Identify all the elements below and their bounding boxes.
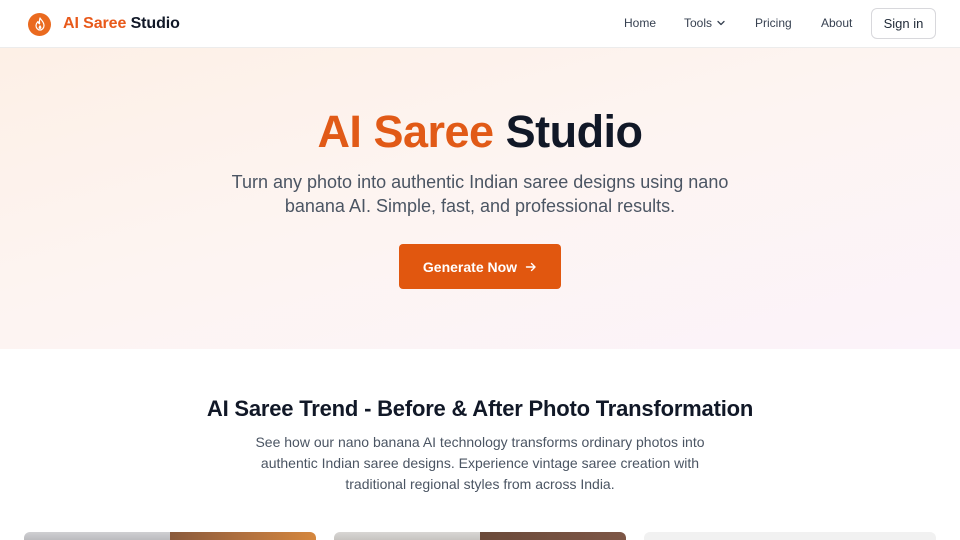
hero-title-rest: Studio <box>505 106 643 157</box>
flame-icon <box>28 12 51 36</box>
brand-name: AI Saree Studio <box>63 15 180 33</box>
example-card[interactable] <box>644 532 936 540</box>
hero-subtitle: Turn any photo into authentic Indian sar… <box>231 172 729 216</box>
nav-link-home[interactable]: Home <box>624 16 656 30</box>
generate-now-button[interactable]: Generate Now <box>399 244 561 289</box>
after-photo <box>480 532 626 540</box>
nav-link-tools-label: Tools <box>684 16 713 30</box>
hero-section: AI Saree Studio Turn any photo into auth… <box>0 48 960 349</box>
nav-link-pricing[interactable]: Pricing <box>755 16 792 30</box>
after-photo <box>170 532 316 540</box>
brand-name-accent: AI Saree <box>63 15 127 32</box>
hero-title-accent: AI Saree <box>317 106 494 157</box>
nav-link-tools[interactable]: Tools <box>684 16 726 30</box>
generate-now-label: Generate Now <box>422 258 518 275</box>
hero-title: AI Saree Studio <box>0 104 960 160</box>
section-title: AI Saree Trend - Before & After Photo Tr… <box>206 396 754 421</box>
example-card[interactable] <box>334 532 626 540</box>
arrow-right-icon <box>525 262 536 271</box>
before-photo <box>24 532 170 540</box>
section-description: See how our nano banana AI technology tr… <box>255 434 705 492</box>
brand[interactable]: AI Saree Studio <box>28 12 180 36</box>
sign-in-button[interactable]: Sign in <box>871 8 936 39</box>
navbar: AI Saree Studio Home Tools Pricing About… <box>0 0 960 48</box>
before-photo <box>334 532 480 540</box>
chevron-down-icon <box>717 20 725 26</box>
brand-name-rest: Studio <box>130 15 180 32</box>
nav-link-about[interactable]: About <box>821 16 852 30</box>
example-card[interactable] <box>24 532 316 540</box>
